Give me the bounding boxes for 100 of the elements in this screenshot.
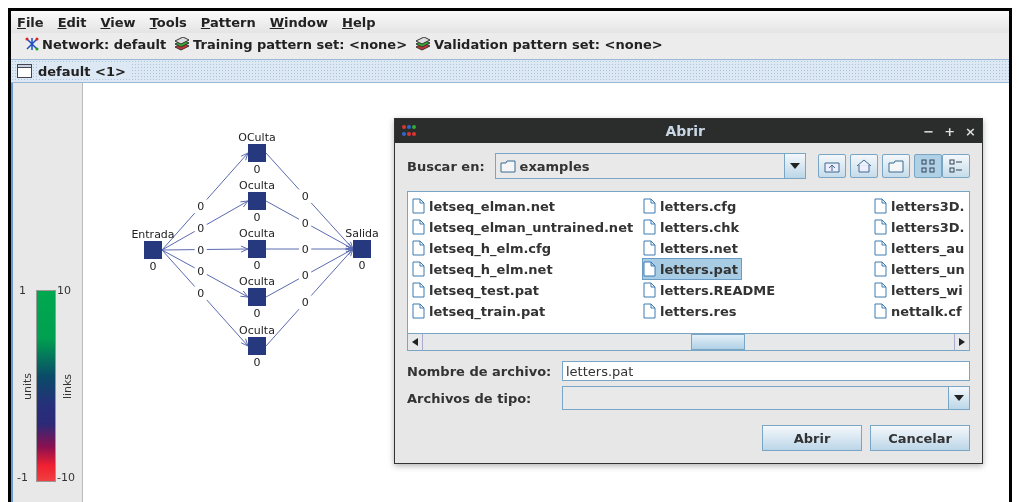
toolbar-label[interactable]: Validation pattern set: <none> (434, 36, 663, 52)
node-label: Oculta (239, 227, 275, 240)
neuron-node[interactable] (248, 288, 266, 306)
listed-document[interactable]: letters_un (874, 259, 968, 279)
file-icon (643, 219, 656, 235)
legend-value: 10 (57, 284, 71, 297)
listed-document[interactable]: letters.README (643, 280, 779, 300)
folder-icon (888, 159, 904, 173)
listed-document[interactable]: letseq_train.pat (412, 301, 549, 321)
file-icon (412, 303, 425, 319)
weight-label: 0 (301, 216, 309, 230)
file-icon (874, 240, 887, 256)
toolbar-label[interactable]: Network: default (42, 36, 167, 52)
toolbar-label[interactable]: Training pattern set: <none> (193, 36, 408, 52)
listed-document[interactable]: letters.chk (643, 217, 743, 237)
node-value: 0 (358, 259, 366, 272)
file-icon (874, 261, 887, 277)
details-view-button[interactable] (942, 154, 970, 178)
left-arrow-icon (412, 338, 418, 346)
weight-label: 0 (301, 190, 309, 204)
folder-icon (499, 159, 516, 173)
node-value: 0 (253, 307, 261, 320)
horizontal-scrollbar[interactable] (408, 333, 969, 350)
legend-value: 1 (19, 284, 26, 297)
file-icon (874, 282, 887, 298)
list-view-button[interactable] (914, 154, 942, 178)
file-icon (412, 198, 425, 214)
node-value: 0 (253, 259, 261, 272)
window-control[interactable]: − (923, 123, 935, 139)
file-icon (412, 240, 425, 256)
dialog-button[interactable]: Abrir (762, 425, 862, 451)
folder-up-icon (824, 159, 840, 173)
window-control[interactable]: + (944, 123, 956, 139)
dialog-button[interactable]: Cancelar (870, 425, 970, 451)
listed-document[interactable]: letters.pat (643, 259, 741, 279)
listed-document[interactable]: letters_au (874, 238, 968, 258)
listed-document[interactable]: nettalk.cf (874, 301, 965, 321)
neuron-node[interactable] (248, 337, 266, 355)
menu-item[interactable]: File (17, 14, 44, 30)
weight-label: 0 (197, 200, 205, 214)
neuron-node[interactable] (248, 192, 266, 210)
node-value: 0 (253, 356, 261, 369)
menu-item[interactable]: Help (342, 14, 376, 30)
file-icon (643, 261, 656, 277)
weight-label: 0 (197, 243, 205, 257)
listed-document[interactable]: letseq_test.pat (412, 280, 543, 300)
node-value: 0 (149, 260, 157, 273)
node-value: 0 (253, 211, 261, 224)
menu-item[interactable]: Tools (149, 14, 187, 30)
weight-label: 0 (197, 265, 205, 279)
file-icon (874, 219, 887, 235)
home-button[interactable] (850, 154, 878, 178)
file-icon (412, 219, 425, 235)
caret-icon (954, 395, 964, 401)
listed-document[interactable]: letters_wi (874, 280, 966, 300)
menu-item[interactable]: Edit (57, 14, 87, 30)
axis-label: units (21, 373, 34, 400)
field-label: Buscar en: (407, 158, 485, 174)
legend-value: -10 (57, 471, 75, 484)
new-folder-button[interactable] (882, 154, 910, 178)
listed-document[interactable]: letters.net (643, 238, 741, 258)
stack-icon (415, 37, 432, 51)
listed-document[interactable]: letseq_h_elm.cfg (412, 238, 555, 258)
neuron-node[interactable] (144, 241, 162, 259)
file-icon (643, 198, 656, 214)
node-label: Salida (345, 227, 379, 240)
file-icon (412, 282, 425, 298)
right-arrow-icon (959, 338, 965, 346)
listed-document[interactable]: letters3D. (874, 217, 968, 237)
neuron-node[interactable] (353, 240, 371, 258)
listed-document[interactable]: letseq_elman.net (412, 196, 558, 216)
window-icon (17, 64, 32, 78)
window-control[interactable]: × (965, 123, 976, 139)
menu-item[interactable]: Window (269, 14, 329, 30)
folder-dropdown[interactable]: examples (494, 153, 806, 179)
node-label: Entrada (131, 228, 175, 241)
file-icon (874, 198, 887, 214)
node-label: Oculta (239, 275, 275, 288)
listed-document[interactable]: letters.cfg (643, 196, 740, 216)
weight-label: 0 (301, 296, 309, 310)
weight-label: 0 (301, 269, 309, 283)
listed-document[interactable]: letters3D. (874, 196, 968, 216)
file-icon (643, 240, 656, 256)
network-icon (25, 37, 39, 51)
filename-field[interactable]: letters.pat (562, 361, 970, 381)
node-label: Oculta (239, 179, 275, 192)
up-folder-button[interactable] (818, 154, 846, 178)
menu-item[interactable]: Pattern (200, 14, 256, 30)
weight-label: 0 (197, 221, 205, 235)
home-icon (856, 159, 872, 173)
app-icon (401, 124, 417, 138)
filetype-dropdown[interactable] (562, 386, 970, 410)
dialog-title: Abrir (664, 123, 706, 139)
neuron-node[interactable] (248, 240, 266, 258)
neuron-node[interactable] (248, 144, 266, 162)
menu-item[interactable]: View (100, 14, 136, 30)
listed-document[interactable]: letseq_elman_untrained.net (412, 217, 637, 237)
listed-document[interactable]: letters.res (643, 301, 740, 321)
listed-document[interactable]: letseq_h_elm.net (412, 259, 556, 279)
scroll-thumb[interactable] (691, 334, 745, 350)
